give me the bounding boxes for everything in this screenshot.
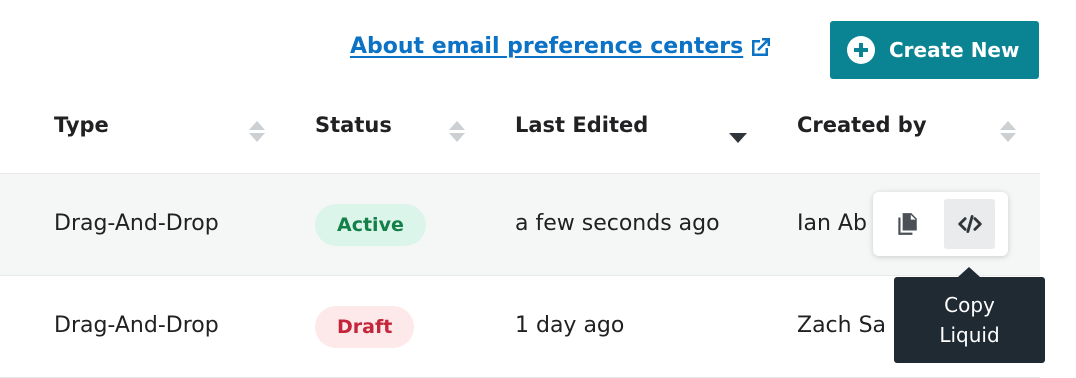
sort-descending-icon[interactable] bbox=[729, 133, 747, 143]
table-row[interactable]: Drag-And-Drop Draft 1 day ago Zach Sa bbox=[0, 276, 1040, 378]
column-header-type[interactable]: Type bbox=[54, 113, 109, 137]
cell-type: Drag-And-Drop bbox=[54, 211, 219, 236]
plus-circle-icon bbox=[847, 36, 875, 64]
cell-created-by: Zach Sa bbox=[797, 313, 887, 338]
cell-last-edited: a few seconds ago bbox=[515, 211, 720, 236]
help-link-label: About email preference centers bbox=[350, 34, 744, 59]
cell-type: Drag-And-Drop bbox=[54, 313, 219, 338]
row-actions-menu bbox=[873, 192, 1008, 256]
tooltip: Copy Liquid bbox=[894, 267, 1045, 363]
sort-icon[interactable] bbox=[1000, 121, 1016, 145]
copy-liquid-button[interactable] bbox=[944, 199, 995, 249]
column-header-last-edited[interactable]: Last Edited bbox=[515, 113, 648, 137]
copy-button[interactable] bbox=[881, 199, 932, 249]
column-header-created-by[interactable]: Created by bbox=[797, 113, 927, 137]
external-link-icon bbox=[752, 37, 771, 56]
create-new-button[interactable]: Create New bbox=[830, 21, 1039, 79]
sort-icon[interactable] bbox=[449, 121, 465, 145]
status-badge: Active bbox=[315, 204, 426, 246]
table-header: Type Status Last Edited Created by bbox=[0, 85, 1040, 174]
help-link[interactable]: About email preference centers bbox=[350, 34, 773, 59]
create-new-label: Create New bbox=[889, 38, 1020, 62]
sort-icon[interactable] bbox=[249, 121, 265, 145]
cell-last-edited: 1 day ago bbox=[515, 313, 625, 338]
column-header-status[interactable]: Status bbox=[315, 113, 392, 137]
cell-created-by: Ian Ab bbox=[797, 211, 867, 236]
status-badge: Draft bbox=[315, 306, 415, 348]
tooltip-text: Copy Liquid bbox=[939, 293, 1000, 347]
copy-icon bbox=[897, 213, 917, 235]
code-icon bbox=[957, 215, 982, 233]
